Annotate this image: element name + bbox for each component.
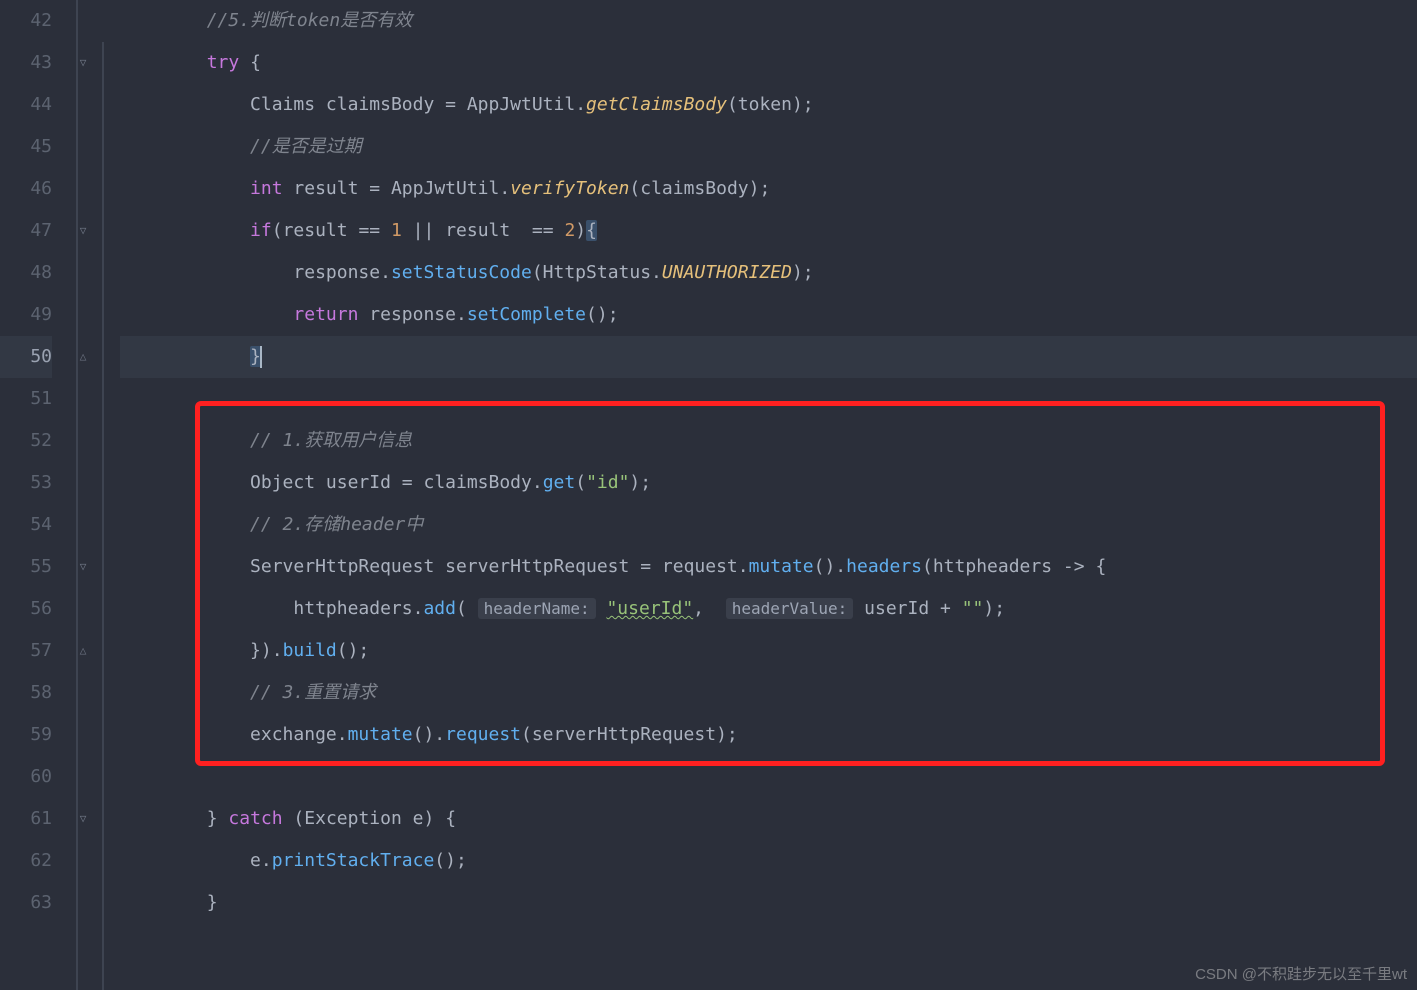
watermark: CSDN @不积跬步无以至千里wt	[1195, 963, 1407, 984]
code-line: // 1.获取用户信息	[120, 420, 1417, 462]
comment: //是否是过期	[250, 136, 362, 157]
method-call: request	[445, 724, 521, 745]
code-line: //是否是过期	[120, 126, 1417, 168]
line-number: 59	[0, 714, 52, 756]
line-number: 63	[0, 882, 52, 924]
code-line: e.printStackTrace();	[120, 840, 1417, 882]
line-number: 53	[0, 462, 52, 504]
fold-icon[interactable]: △	[76, 643, 90, 657]
method-call: setComplete	[467, 304, 586, 325]
line-number: 57	[0, 630, 52, 672]
line-number: 47	[0, 210, 52, 252]
code-line: Claims claimsBody = AppJwtUtil.getClaims…	[120, 84, 1417, 126]
method-call: get	[543, 472, 576, 493]
line-number: 42	[0, 0, 52, 42]
method-call: printStackTrace	[272, 850, 435, 871]
line-number: 43	[0, 42, 52, 84]
code-line: Object userId = claimsBody.get("id");	[120, 462, 1417, 504]
param-hint: headerValue:	[726, 598, 854, 619]
method-call: build	[283, 640, 337, 661]
code-area[interactable]: //5.判断token是否有效 try { Claims claimsBody …	[120, 0, 1417, 990]
code-line: // 2.存储header中	[120, 504, 1417, 546]
line-number: 55	[0, 546, 52, 588]
method-call: verifyToken	[510, 178, 629, 199]
fold-icon[interactable]: ▽	[76, 559, 90, 573]
line-number: 48	[0, 252, 52, 294]
fold-icon[interactable]: ▽	[76, 223, 90, 237]
code-line: }).build();	[120, 630, 1417, 672]
code-line-current: }	[120, 336, 1417, 378]
code-line: int result = AppJwtUtil.verifyToken(clai…	[120, 168, 1417, 210]
method-call: add	[423, 598, 456, 619]
method-call: mutate	[348, 724, 413, 745]
line-number: 44	[0, 84, 52, 126]
line-number: 49	[0, 294, 52, 336]
code-editor[interactable]: 42 43 44 45 46 47 48 49 50 51 52 53 54 5…	[0, 0, 1417, 990]
line-number: 54	[0, 504, 52, 546]
code-line: //5.判断token是否有效	[120, 0, 1417, 42]
line-gutter: 42 43 44 45 46 47 48 49 50 51 52 53 54 5…	[0, 0, 70, 990]
method-call: mutate	[749, 556, 814, 577]
line-number: 51	[0, 378, 52, 420]
code-line: try {	[120, 42, 1417, 84]
line-number: 52	[0, 420, 52, 462]
code-line: httpheaders.add( headerName: "userId", h…	[120, 588, 1417, 630]
line-number: 62	[0, 840, 52, 882]
line-number: 58	[0, 672, 52, 714]
code-line: response.setStatusCode(HttpStatus.UNAUTH…	[120, 252, 1417, 294]
fold-column: ▽ ▽ △ ▽ △ ▽	[70, 0, 100, 990]
param-hint: headerName:	[478, 598, 596, 619]
method-call: getClaimsBody	[586, 94, 727, 115]
keyword-try: try	[207, 52, 240, 73]
fold-icon[interactable]: △	[76, 349, 90, 363]
code-line: if(result == 1 || result == 2){	[120, 210, 1417, 252]
method-call: setStatusCode	[391, 262, 532, 283]
code-line: ServerHttpRequest serverHttpRequest = re…	[120, 546, 1417, 588]
code-line: } catch (Exception e) {	[120, 798, 1417, 840]
comment: // 3.重置请求	[250, 682, 376, 703]
code-line	[120, 378, 1417, 420]
comment: // 2.存储header中	[250, 514, 423, 535]
line-number: 50	[0, 336, 52, 378]
comment: //5.判断token是否有效	[207, 10, 413, 31]
code-line: exchange.mutate().request(serverHttpRequ…	[120, 714, 1417, 756]
code-line: }	[120, 882, 1417, 924]
line-number: 61	[0, 798, 52, 840]
method-call: headers	[846, 556, 922, 577]
line-number: 56	[0, 588, 52, 630]
scope-column	[100, 0, 120, 990]
line-number: 60	[0, 756, 52, 798]
fold-icon[interactable]: ▽	[76, 811, 90, 825]
text-cursor	[260, 346, 262, 368]
code-line: return response.setComplete();	[120, 294, 1417, 336]
line-number: 45	[0, 126, 52, 168]
comment: // 1.获取用户信息	[250, 430, 412, 451]
line-number: 46	[0, 168, 52, 210]
code-line	[120, 756, 1417, 798]
fold-icon[interactable]: ▽	[76, 55, 90, 69]
code-line: // 3.重置请求	[120, 672, 1417, 714]
